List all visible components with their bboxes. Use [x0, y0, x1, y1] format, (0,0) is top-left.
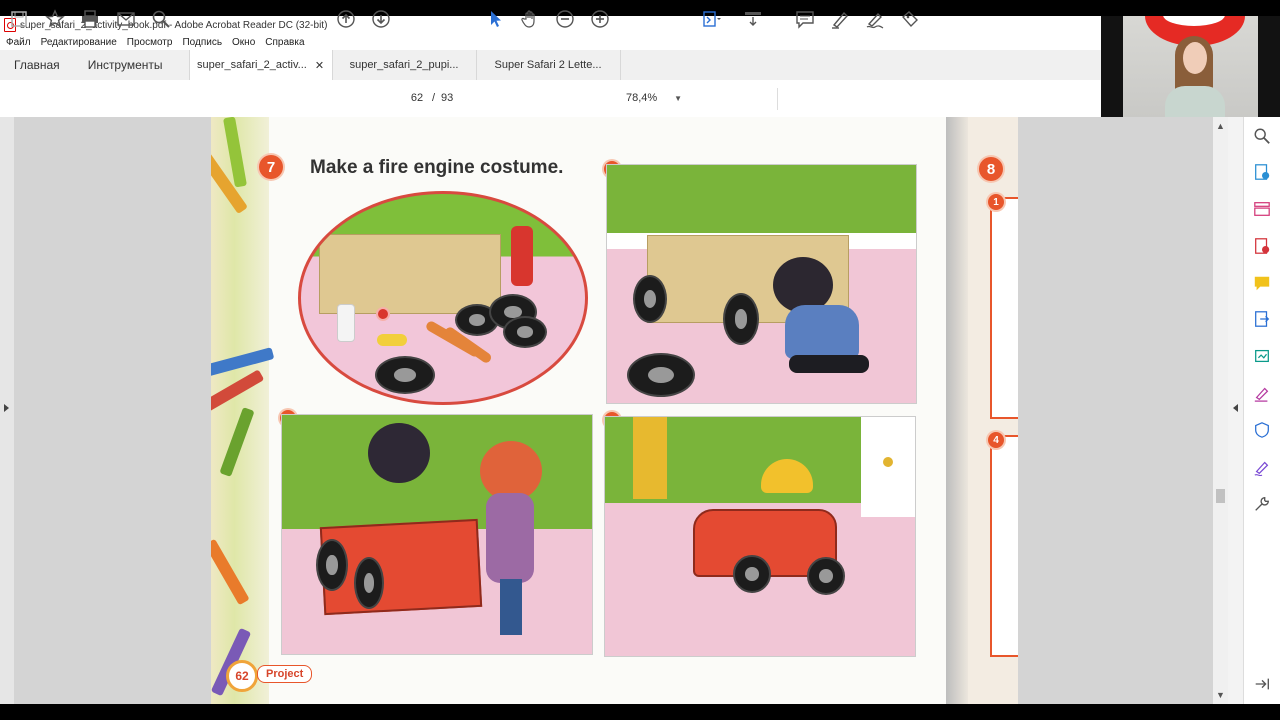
zoom-dropdown[interactable]: 78,4% ▼ — [626, 88, 682, 108]
collapse-panel-icon[interactable] — [1253, 675, 1273, 695]
zoom-value: 78,4% — [626, 92, 658, 104]
pdf-page: 7 Make a fire engine costume. 1 2 — [211, 117, 946, 704]
menu-view[interactable]: Просмотр — [127, 37, 173, 48]
webcam-video — [1123, 16, 1258, 117]
save-icon[interactable] — [8, 8, 30, 30]
print-icon[interactable] — [79, 8, 101, 30]
organize-pages-icon[interactable] — [1253, 200, 1273, 220]
more-tools-icon[interactable] — [1253, 495, 1273, 515]
tab-document-label: super_safari_2_activ... — [196, 59, 307, 71]
main-toolbar — [0, 80, 1101, 118]
scrollbar-thumb[interactable] — [1216, 489, 1225, 503]
step-panel — [990, 435, 1018, 657]
scan-ocr-icon[interactable] — [1253, 347, 1273, 367]
select-cursor-icon[interactable] — [484, 8, 506, 30]
close-tab-icon[interactable]: ✕ — [315, 59, 324, 72]
fit-page-icon[interactable] — [700, 8, 722, 30]
toolbar-divider — [777, 88, 778, 110]
menu-bar: Файл Редактирование Просмотр Подпись Окн… — [0, 34, 1101, 50]
tab-document-3[interactable]: Super Safari 2 Lette... — [477, 50, 621, 80]
hand-pan-icon[interactable] — [519, 8, 541, 30]
collapse-right-icon — [1233, 404, 1238, 412]
page-separator: / — [432, 92, 436, 104]
search-tool-icon[interactable] — [1253, 127, 1273, 147]
zoom-in-icon[interactable] — [589, 8, 611, 30]
activity-title: Make a fire engine costume. — [310, 157, 564, 178]
step-1-illustration — [606, 164, 917, 404]
menu-edit[interactable]: Редактирование — [41, 37, 117, 48]
protect-icon[interactable] — [1253, 421, 1273, 441]
email-icon[interactable] — [115, 8, 137, 30]
scroll-mode-icon[interactable] — [742, 8, 764, 30]
zoom-out-icon[interactable] — [554, 8, 576, 30]
tab-document-1[interactable]: super_safari_2_activ... ✕ — [188, 50, 333, 80]
activity-number-badge: 8 — [979, 157, 1003, 181]
tab-document-2[interactable]: super_safari_2_pupi... — [333, 50, 477, 80]
request-signature-icon[interactable] — [1253, 458, 1273, 478]
menu-help[interactable]: Справка — [265, 37, 304, 48]
prev-page-icon[interactable] — [335, 8, 357, 30]
tab-document-label: super_safari_2_pupi... — [349, 59, 459, 71]
create-pdf-icon[interactable] — [1253, 237, 1273, 257]
tab-document-label: Super Safari 2 Lette... — [494, 59, 602, 71]
next-pdf-page: 8 1 4 — [946, 117, 1018, 704]
export-pdf-icon[interactable] — [1253, 163, 1273, 183]
step-number-badge: 4 — [988, 432, 1004, 448]
step-number-badge: 1 — [988, 194, 1004, 210]
comment-icon[interactable] — [794, 8, 816, 30]
tab-tools[interactable]: Инструменты — [74, 50, 177, 80]
activity-number-badge: 7 — [259, 155, 283, 179]
fill-sign-icon[interactable] — [899, 8, 921, 30]
cursor-marker — [376, 307, 390, 321]
crayon-border-illustration — [211, 117, 275, 704]
vertical-scrollbar[interactable]: ▲ ▼ — [1213, 117, 1228, 704]
right-tools-panel — [1243, 117, 1280, 704]
scroll-up-icon[interactable]: ▲ — [1216, 121, 1225, 131]
sign-icon[interactable] — [864, 8, 886, 30]
right-panel-toggle[interactable] — [1228, 117, 1243, 704]
page-number-badge: 62 — [226, 660, 258, 692]
menu-sign[interactable]: Подпись — [182, 37, 222, 48]
expand-left-icon — [4, 404, 9, 412]
edit-pdf-icon[interactable] — [1253, 310, 1273, 330]
next-page-icon[interactable] — [370, 8, 392, 30]
bookmark-star-icon[interactable] — [44, 8, 66, 30]
highlight-pen-icon[interactable] — [829, 8, 851, 30]
step-2-illustration — [281, 414, 593, 655]
tab-bar: Главная Инструменты super_safari_2_activ… — [0, 50, 1101, 81]
left-panel-toggle[interactable] — [0, 117, 14, 704]
scroll-down-icon[interactable]: ▼ — [1216, 690, 1225, 700]
find-icon[interactable] — [150, 8, 172, 30]
menu-window[interactable]: Окно — [232, 37, 255, 48]
section-label: Project — [257, 665, 313, 683]
webcam-overlay — [1101, 16, 1280, 117]
window-title: super_safari_2_activity_book.pdf - Adobe… — [20, 19, 328, 31]
comment-tool-icon[interactable] — [1253, 274, 1273, 294]
step-panel — [990, 197, 1018, 419]
chevron-down-icon: ▼ — [674, 93, 682, 103]
page-number-input[interactable]: 62 — [404, 88, 430, 108]
page-total: 93 — [441, 92, 454, 104]
step-3-illustration — [604, 416, 916, 657]
fill-and-sign-icon[interactable] — [1253, 384, 1273, 404]
menu-file[interactable]: Файл — [6, 37, 31, 48]
tab-home[interactable]: Главная — [0, 50, 74, 80]
bottom-black-bar — [0, 704, 1280, 720]
materials-illustration — [298, 191, 588, 405]
